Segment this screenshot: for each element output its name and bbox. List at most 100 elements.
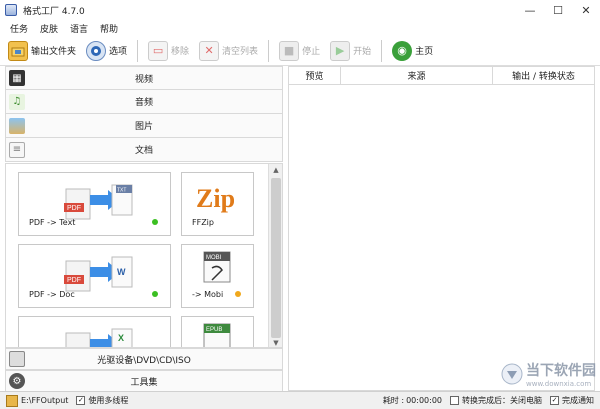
image-icon	[9, 117, 25, 134]
folder-icon	[6, 394, 18, 407]
menu-skin[interactable]: 皮肤	[40, 22, 58, 35]
after-convert-checkbox[interactable]	[450, 396, 459, 405]
category-document-label: 文档	[134, 146, 153, 156]
tile-to-mobi[interactable]: MOBI -> Mobi	[181, 244, 254, 308]
output-path[interactable]: E:\FFOutput	[21, 396, 68, 405]
status-dot	[235, 291, 241, 297]
category-tools-label: 工具集	[130, 377, 158, 388]
options-button[interactable]: 选项	[86, 39, 127, 63]
category-image-label: 图片	[134, 122, 153, 132]
watermark-url: www.downxia.com	[526, 380, 592, 388]
title-bar: 格式工厂 4.7.0 — ☐ ✕	[0, 0, 600, 20]
tile-to-epub[interactable]: EPUB	[181, 316, 254, 347]
start-icon: ▶	[330, 40, 351, 61]
tile-pdf-to-doc[interactable]: PDF W PDF -> Doc	[18, 244, 171, 308]
category-video[interactable]: ▦ 视频	[5, 66, 283, 90]
tools-icon: ⚙	[9, 373, 25, 389]
category-audio[interactable]: ♫ 音频	[5, 90, 283, 114]
svg-text:EPUB: EPUB	[206, 327, 222, 333]
clear-icon: ✕	[199, 40, 220, 61]
svg-text:Zip: Zip	[196, 184, 235, 213]
tile-pdf-to-xls[interactable]: X	[18, 316, 171, 347]
category-panel: ▦ 视频 ♫ 音频 图片 ≡ 文档 PDF TXT PDF -> Text Zi…	[5, 66, 283, 392]
notify-label: 完成通知	[562, 396, 594, 405]
ffzip-icon: Zip	[196, 184, 235, 213]
document-icon: ≡	[9, 141, 25, 158]
tile-pdf-to-text-label: PDF -> Text	[29, 218, 76, 227]
column-status[interactable]: 输出 / 转换状态	[493, 67, 594, 84]
status-bar: E:\FFOutput ✓ 使用多线程 耗时 : 00:00:00 转换完成后：…	[0, 391, 600, 409]
tile-pdf-to-doc-label: PDF -> Doc	[29, 290, 75, 299]
column-source[interactable]: 来源	[341, 67, 493, 84]
toolbar-separator	[381, 39, 383, 62]
stop-button[interactable]: ■ 停止	[279, 39, 320, 63]
elapsed-value: 00:00:00	[406, 396, 442, 405]
epub-icon: EPUB	[203, 323, 231, 347]
clear-list-button[interactable]: ✕ 清空列表	[199, 39, 258, 63]
minimize-button[interactable]: —	[516, 0, 544, 20]
category-video-label: 视频	[134, 74, 153, 85]
output-folder-button[interactable]: 输出文件夹	[8, 39, 76, 63]
svg-text:PDF: PDF	[67, 277, 81, 284]
multithread-label: 使用多线程	[88, 396, 129, 405]
scroll-up-arrow[interactable]: ▲	[269, 164, 282, 176]
tiles-scrollbar[interactable]: ▲ ▼	[268, 164, 282, 347]
app-icon	[5, 4, 17, 16]
watermark: 当下软件园 www.downxia.com	[501, 360, 596, 388]
music-icon: ♫	[9, 93, 25, 110]
category-optical[interactable]: 光驱设备\DVD\CD\ISO	[5, 348, 283, 370]
remove-label: 移除	[171, 47, 190, 57]
menu-help[interactable]: 帮助	[100, 22, 118, 35]
category-tools[interactable]: ⚙ 工具集	[5, 370, 283, 392]
maximize-button[interactable]: ☐	[544, 0, 572, 20]
svg-text:X: X	[118, 333, 124, 343]
elapsed-label: 耗时 :	[382, 396, 405, 405]
remove-icon: ▭	[148, 40, 169, 61]
scroll-thumb[interactable]	[271, 178, 281, 338]
scroll-down-arrow[interactable]: ▼	[269, 337, 282, 347]
toolbar-separator	[137, 39, 139, 62]
globe-icon: ◉	[392, 40, 413, 61]
pdf-to-text-icon: PDF TXT	[64, 184, 133, 220]
start-button[interactable]: ▶ 开始	[330, 39, 371, 63]
toolbar: 输出文件夹 选项 ▭ 移除 ✕ 清空列表 ■ 停止 ▶ 开始 ◉ 主页	[0, 36, 600, 66]
category-optical-label: 光驱设备\DVD\CD\ISO	[97, 355, 191, 366]
status-dot	[152, 291, 158, 297]
notify-checkbox[interactable]: ✓	[550, 396, 559, 405]
menu-task[interactable]: 任务	[10, 22, 28, 35]
gear-icon	[86, 40, 107, 61]
document-tools-grid: PDF TXT PDF -> Text Zip FFZip PDF W PDF …	[5, 163, 283, 348]
pdf-to-xls-icon: X	[65, 328, 133, 347]
disc-drive-icon	[9, 351, 25, 367]
home-label: 主页	[415, 47, 434, 57]
home-button[interactable]: ◉ 主页	[392, 39, 433, 63]
tile-ffzip-label: FFZip	[192, 218, 214, 227]
category-image[interactable]: 图片	[5, 114, 283, 138]
task-list-header: 预览 来源 输出 / 转换状态	[289, 67, 594, 85]
column-preview[interactable]: 预览	[289, 67, 341, 84]
film-icon: ▦	[9, 70, 25, 86]
clear-list-label: 清空列表	[222, 47, 259, 57]
stop-icon: ■	[279, 40, 300, 61]
stop-label: 停止	[302, 47, 321, 57]
options-label: 选项	[109, 47, 128, 57]
mobi-icon: MOBI	[203, 251, 231, 283]
tile-ffzip[interactable]: Zip FFZip	[181, 172, 254, 236]
menu-language[interactable]: 语言	[70, 22, 88, 35]
window-title: 格式工厂 4.7.0	[23, 6, 85, 17]
category-audio-label: 音频	[134, 98, 153, 108]
folder-icon	[8, 40, 28, 61]
after-convert-label: 转换完成后：关闭电脑	[462, 396, 542, 405]
tile-to-mobi-label: -> Mobi	[192, 290, 224, 299]
pdf-to-doc-icon: PDF W	[64, 256, 133, 292]
remove-button[interactable]: ▭ 移除	[148, 39, 189, 63]
watermark-text: 当下软件园	[526, 363, 596, 379]
svg-text:TXT: TXT	[117, 188, 126, 194]
multithread-checkbox[interactable]: ✓	[76, 396, 86, 405]
tile-pdf-to-text[interactable]: PDF TXT PDF -> Text	[18, 172, 171, 236]
svg-text:PDF: PDF	[67, 205, 81, 212]
close-button[interactable]: ✕	[572, 0, 600, 20]
output-folder-label: 输出文件夹	[31, 47, 77, 57]
category-document[interactable]: ≡ 文档	[5, 138, 283, 162]
task-list-panel: 预览 来源 输出 / 转换状态	[288, 66, 595, 391]
